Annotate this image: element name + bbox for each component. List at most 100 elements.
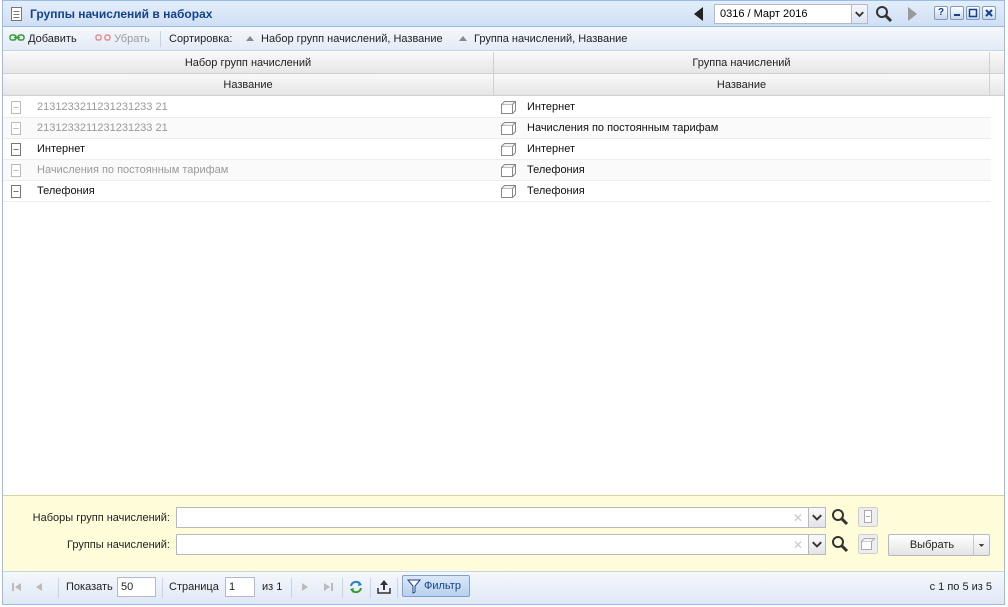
document-icon[interactable] (858, 507, 878, 527)
toolbar-divider (160, 31, 161, 47)
sort-by-group-label: Группа начислений, Название (474, 33, 628, 45)
column-header-row: Название Название (3, 74, 1004, 96)
page-count-label: из 1 (262, 581, 283, 593)
pager-divider (342, 578, 343, 598)
help-button[interactable]: ? (934, 6, 948, 20)
table-row[interactable]: Начисления по постоянным тарифам Телефон… (3, 160, 991, 181)
chevron-down-icon[interactable] (808, 535, 825, 554)
set-name: 2131233211231231233 21 (37, 122, 168, 134)
table-row[interactable]: Телефония Телефония (3, 181, 991, 202)
pager-divider (370, 578, 371, 598)
export-icon[interactable] (376, 579, 392, 595)
document-icon (11, 7, 22, 21)
column-header-set-name[interactable]: Название (3, 74, 494, 96)
next-period-icon[interactable] (902, 5, 922, 23)
page-label: Страница (169, 581, 219, 593)
filter-toggle-label: Фильтр (424, 580, 461, 592)
page-size-label: Показать (66, 581, 113, 593)
sort-label: Сортировка: (169, 33, 233, 45)
close-icon (985, 9, 993, 17)
document-icon (11, 101, 21, 114)
previous-page-icon[interactable] (31, 579, 47, 595)
groups-filter-label: Группы начислений: (67, 539, 170, 551)
charge-groups-window: Группы начислений в наборах 0316 / Март … (2, 0, 1005, 605)
select-button[interactable]: Выбрать (888, 534, 990, 556)
title-bar: Группы начислений в наборах 0316 / Март … (3, 1, 1004, 27)
filter-panel: Наборы групп начислений: ✕ Группы начисл… (3, 495, 1004, 571)
remove-label: Убрать (114, 33, 150, 45)
toolbar: Добавить Убрать Сортировка: Набор групп … (3, 27, 1004, 51)
clear-icon[interactable]: ✕ (793, 538, 803, 552)
pager-divider (58, 578, 59, 598)
sort-asc-icon (459, 36, 467, 41)
filter-toggle-button[interactable]: Фильтр (402, 575, 470, 597)
maximize-icon (968, 8, 978, 18)
document-icon (11, 143, 21, 156)
minimize-icon (954, 14, 960, 16)
paging-summary: с 1 по 5 из 5 (929, 581, 992, 593)
folder-icon (501, 164, 516, 177)
page-size-input[interactable]: 50 (117, 577, 156, 597)
header-charge-group-set[interactable]: Набор групп начислений (3, 52, 494, 74)
refresh-icon[interactable] (348, 579, 364, 595)
folder-icon (501, 143, 516, 156)
sets-filter-label: Наборы групп начислений: (32, 512, 170, 524)
page-number-input[interactable]: 1 (225, 577, 255, 597)
search-icon[interactable] (830, 534, 850, 554)
folder-icon (501, 185, 516, 198)
period-value: 0316 / Март 2016 (720, 8, 808, 20)
search-icon[interactable] (874, 4, 894, 24)
clear-icon[interactable]: ✕ (793, 511, 803, 525)
minimize-button[interactable] (950, 6, 964, 20)
document-icon (11, 185, 21, 198)
last-page-icon[interactable] (320, 579, 336, 595)
set-name: 2131233211231231233 21 (37, 101, 168, 113)
pager-divider (397, 578, 398, 598)
grid-body: 2131233211231231233 21 Интернет 21312332… (3, 97, 1004, 495)
header-charge-group[interactable]: Группа начислений (494, 52, 990, 74)
select-label: Выбрать (909, 539, 955, 551)
sort-by-set-label: Набор групп начислений, Название (261, 33, 443, 45)
period-select[interactable]: 0316 / Март 2016 (714, 4, 868, 24)
group-name: Телефония (527, 164, 585, 176)
groups-filter-input[interactable]: ✕ (176, 534, 826, 555)
document-icon (11, 164, 21, 177)
remove-button[interactable]: Убрать (95, 33, 150, 45)
search-icon[interactable] (830, 507, 850, 527)
table-row[interactable]: 2131233211231231233 21 Начисления по пос… (3, 118, 991, 139)
first-page-icon[interactable] (9, 579, 25, 595)
group-name: Интернет (527, 143, 575, 155)
unlink-icon (95, 34, 111, 41)
table-row[interactable]: Интернет Интернет (3, 139, 991, 160)
pager-divider (291, 578, 292, 598)
chevron-down-icon[interactable] (851, 5, 867, 23)
maximize-button[interactable] (966, 6, 980, 20)
folder-icon (501, 101, 516, 114)
group-header-row: Набор групп начислений Группа начислений (3, 52, 1004, 74)
set-name: Интернет (37, 143, 85, 155)
previous-period-icon[interactable] (689, 5, 709, 23)
chevron-down-icon[interactable] (973, 535, 989, 555)
set-name: Телефония (37, 185, 95, 197)
window-title: Группы начислений в наборах (30, 7, 213, 21)
sort-by-group-button[interactable]: Группа начислений, Название (459, 33, 627, 45)
add-button[interactable]: Добавить (9, 33, 77, 45)
group-name: Интернет (527, 101, 575, 113)
sets-filter-input[interactable]: ✕ (176, 507, 826, 528)
sort-asc-icon (246, 36, 254, 41)
paging-toolbar: Показать 50 Страница 1 из 1 Фильтр с 1 п… (3, 571, 1004, 604)
group-name: Начисления по постоянным тарифам (527, 122, 719, 134)
column-header-group-name[interactable]: Название (494, 74, 990, 96)
next-page-icon[interactable] (297, 579, 313, 595)
chevron-down-icon[interactable] (808, 508, 825, 527)
group-name: Телефония (527, 185, 585, 197)
folder-icon[interactable] (858, 534, 878, 554)
set-name: Начисления по постоянным тарифам (37, 164, 229, 176)
close-button[interactable] (982, 6, 996, 20)
document-icon (11, 122, 21, 135)
add-label: Добавить (28, 33, 77, 45)
pager-divider (162, 578, 163, 598)
table-row[interactable]: 2131233211231231233 21 Интернет (3, 97, 991, 118)
sort-by-set-button[interactable]: Набор групп начислений, Название (246, 33, 443, 45)
folder-icon (501, 122, 516, 135)
